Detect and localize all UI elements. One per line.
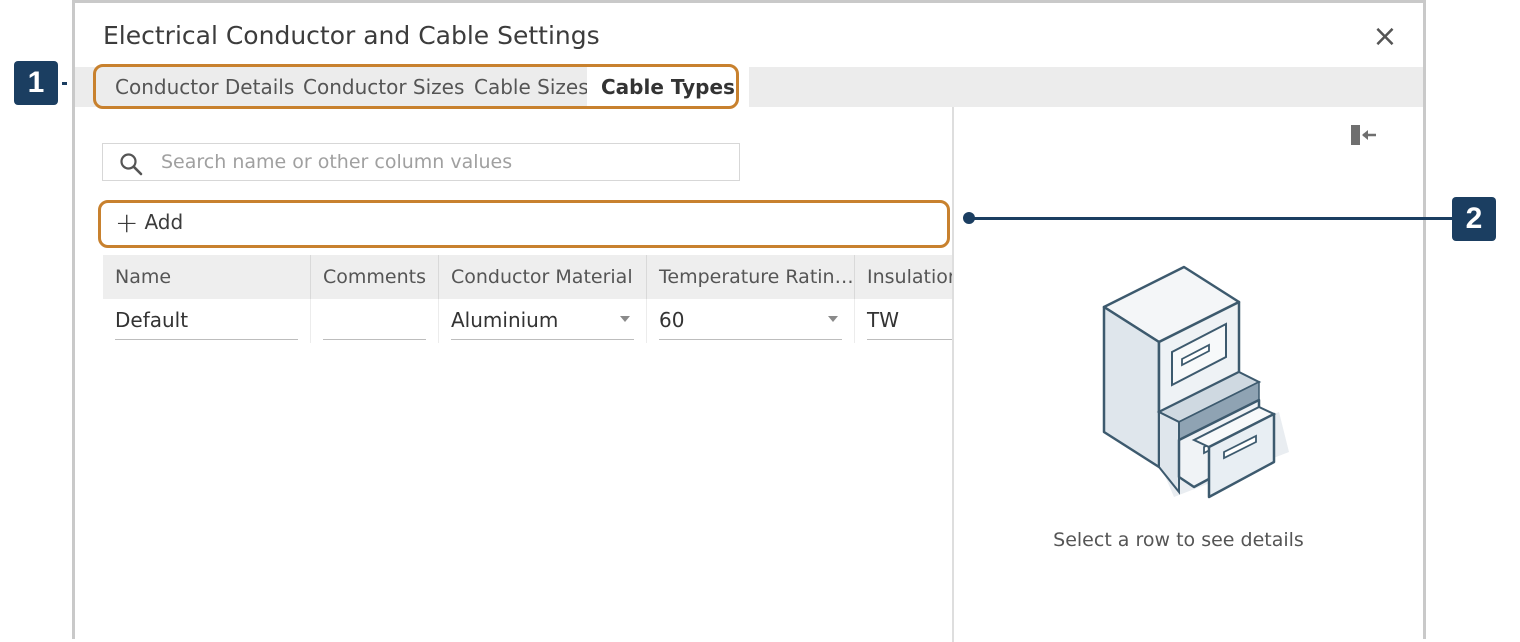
callout-leader-1 [62,82,67,85]
search-placeholder: Search name or other column values [161,151,513,173]
dropdown-caret-icon [620,316,630,322]
dialog-title: Electrical Conductor and Cable Settings [103,21,600,50]
cell-insulation[interactable]: TW [855,299,952,343]
cell-temperature-value: 60 [659,308,685,332]
cell-underline [867,339,952,340]
table-row[interactable]: Default Aluminium 60 TW [103,299,952,343]
empty-details-message: Select a row to see details [1053,529,1304,551]
add-highlight [98,200,950,248]
cell-insulation-value: TW [867,308,899,332]
callout-badge-2: 2 [1452,197,1496,241]
cell-underline [323,339,426,340]
cell-name-value: Default [115,308,189,332]
settings-dialog: Electrical Conductor and Cable Settings … [72,0,1426,642]
column-header-temperature-rating[interactable]: Temperature Ratin… [647,255,855,299]
empty-drawer-cabinet-illustration [1102,265,1289,499]
callout-leader-2 [970,217,1452,220]
cell-underline [659,339,842,340]
cell-conductor-material-select[interactable]: Aluminium [439,299,647,343]
table-header: Name Comments Conductor Material Tempera… [103,255,952,299]
cell-underline [451,339,634,340]
column-header-conductor-material[interactable]: Conductor Material [439,255,647,299]
list-pane: Search name or other column values + Add … [75,107,952,642]
close-button[interactable]: × [1371,22,1399,52]
column-header-comments[interactable]: Comments [311,255,439,299]
details-pane: Select a row to see details [954,107,1423,642]
cell-temperature-rating-select[interactable]: 60 [647,299,855,343]
cell-underline [115,339,298,340]
dropdown-caret-icon [828,316,838,322]
column-header-insulation[interactable]: Insulation [855,255,952,299]
column-header-name[interactable]: Name [103,255,311,299]
cell-name[interactable]: Default [103,299,311,343]
tabs-highlight [93,64,739,109]
close-icon: × [1372,19,1398,54]
callout-badge-1: 1 [14,61,58,105]
collapse-panel-icon[interactable] [1349,123,1379,147]
cell-material-value: Aluminium [451,308,559,332]
search-input[interactable]: Search name or other column values [102,143,740,181]
cell-comments[interactable] [311,299,439,343]
search-icon [120,153,143,176]
